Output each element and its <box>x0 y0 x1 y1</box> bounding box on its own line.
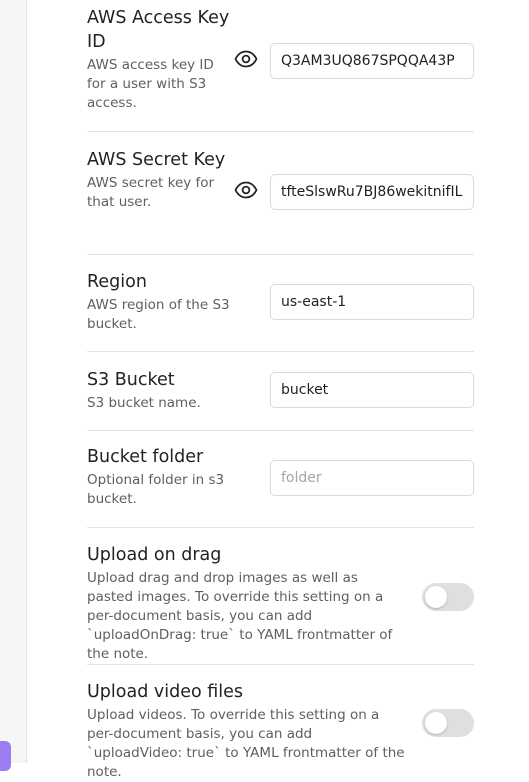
secret-key-input[interactable]: tfteSlswRu7BJ86wekitnifIL <box>270 174 474 210</box>
setting-secret-key: AWS Secret Key AWS secret key for that u… <box>87 131 474 255</box>
setting-upload-video: Upload video files Upload videos. To ove… <box>87 664 474 780</box>
setting-info: AWS Secret Key AWS secret key for that u… <box>87 148 232 212</box>
setting-folder: Bucket folder Optional folder in s3 buck… <box>87 430 474 528</box>
setting-name: Upload video files <box>87 682 244 702</box>
toggle-knob <box>425 712 447 734</box>
setting-info: Upload on drag Upload drag and drop imag… <box>87 543 407 664</box>
setting-name: AWS Access Key ID <box>87 8 230 52</box>
setting-description: Upload videos. To override this setting … <box>87 707 405 780</box>
eye-icon[interactable] <box>234 178 258 202</box>
setting-name: AWS Secret Key <box>87 150 226 170</box>
setting-info: Region AWS region of the S3 bucket. <box>87 270 239 334</box>
setting-description: S3 bucket name. <box>87 395 201 411</box>
setting-name: Region <box>87 272 147 292</box>
setting-description: Optional folder in s3 bucket. <box>87 472 225 507</box>
upload-video-toggle[interactable] <box>422 709 474 737</box>
setting-description: AWS access key ID for a user with S3 acc… <box>87 57 214 111</box>
bucket-input[interactable]: bucket <box>270 372 474 408</box>
setting-description: AWS region of the S3 bucket. <box>87 297 230 332</box>
setting-description: AWS secret key for that user. <box>87 175 215 210</box>
left-sidebar <box>0 0 27 763</box>
setting-name: S3 Bucket <box>87 370 175 390</box>
setting-info: S3 Bucket S3 bucket name. <box>87 368 239 413</box>
region-input[interactable]: us-east-1 <box>270 284 474 320</box>
folder-input[interactable]: folder <box>270 460 474 496</box>
setting-upload-on-drag: Upload on drag Upload drag and drop imag… <box>87 527 474 665</box>
setting-bucket: S3 Bucket S3 bucket name. bucket <box>87 351 474 431</box>
sidebar-accent-button[interactable] <box>0 741 11 771</box>
setting-info: AWS Access Key ID AWS access key ID for … <box>87 6 232 113</box>
toggle-knob <box>425 586 447 608</box>
setting-access-key: AWS Access Key ID AWS access key ID for … <box>87 0 474 132</box>
access-key-input[interactable]: Q3AM3UQ867SPQQA43P <box>270 43 474 79</box>
setting-description: Upload drag and drop images as well as p… <box>87 570 393 662</box>
eye-icon[interactable] <box>234 47 258 71</box>
setting-name: Upload on drag <box>87 545 222 565</box>
setting-info: Bucket folder Optional folder in s3 buck… <box>87 445 239 509</box>
setting-name: Bucket folder <box>87 447 204 467</box>
setting-region: Region AWS region of the S3 bucket. us-e… <box>87 254 474 352</box>
upload-on-drag-toggle[interactable] <box>422 583 474 611</box>
setting-info: Upload video files Upload videos. To ove… <box>87 680 407 782</box>
